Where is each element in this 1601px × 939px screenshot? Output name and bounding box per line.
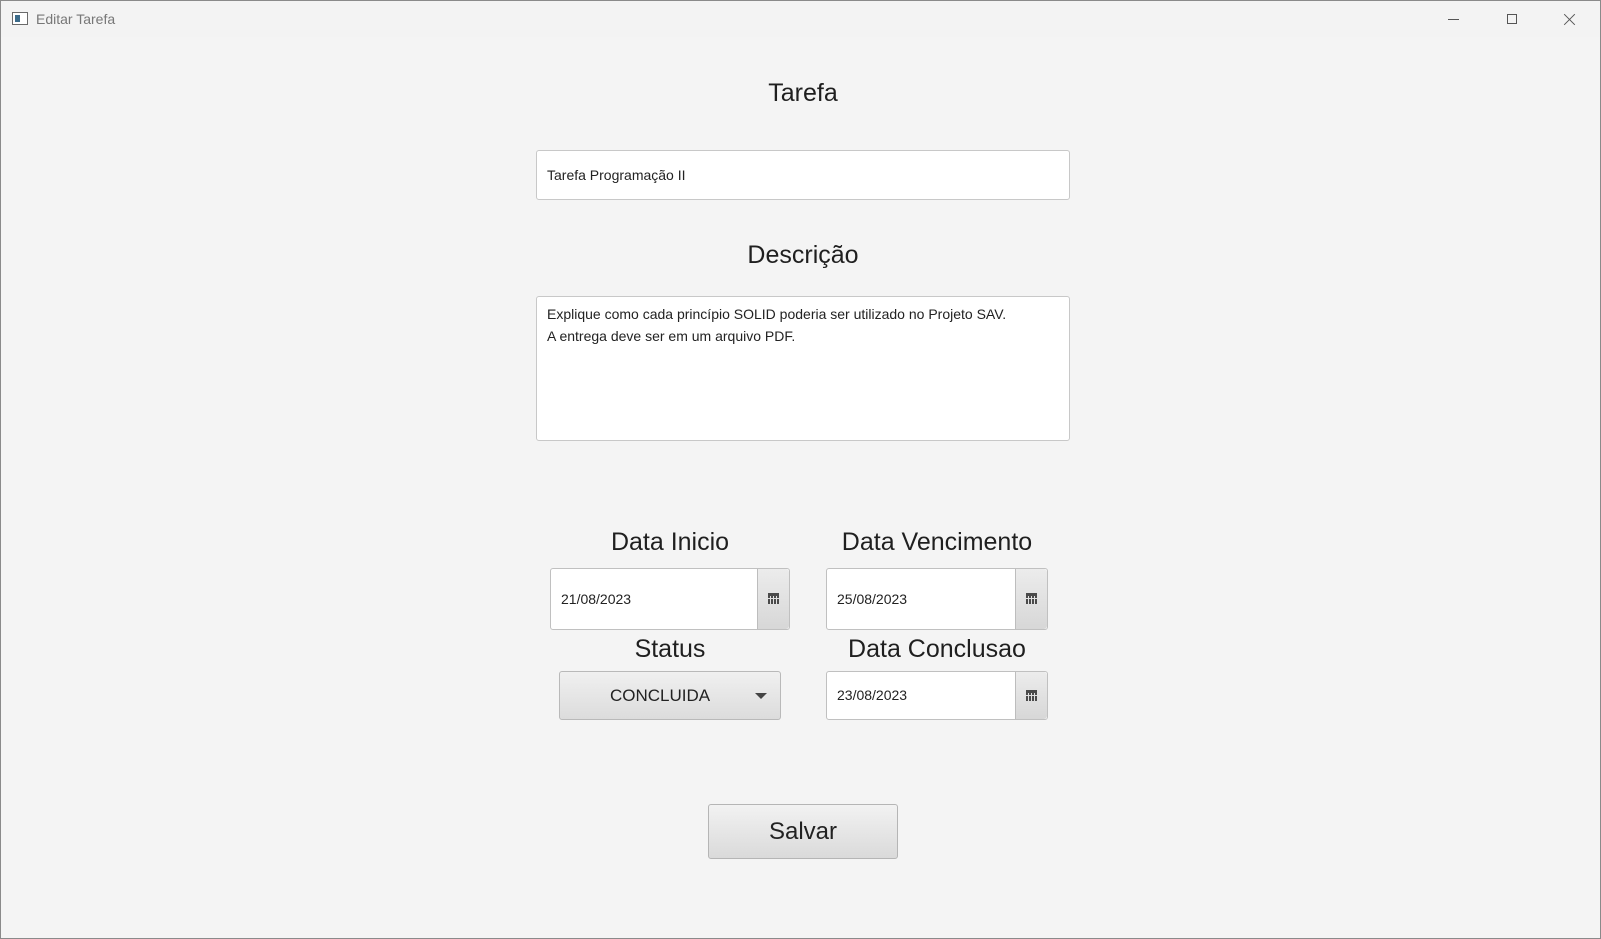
- data-inicio-calendar-button[interactable]: [757, 569, 789, 629]
- calendar-icon: [1026, 690, 1037, 701]
- data-conclusao-label: Data Conclusao: [848, 635, 1026, 663]
- data-conclusao-calendar-button[interactable]: [1015, 672, 1047, 719]
- data-conclusao-picker[interactable]: 23/08/2023: [826, 671, 1048, 720]
- data-inicio-label: Data Inicio: [610, 528, 730, 556]
- tarefa-input[interactable]: Tarefa Programação II: [536, 150, 1070, 200]
- tarefa-label: Tarefa: [768, 79, 838, 107]
- descricao-label: Descrição: [747, 241, 859, 269]
- data-inicio-value[interactable]: 21/08/2023: [561, 569, 631, 629]
- save-button[interactable]: Salvar: [708, 804, 898, 859]
- data-conclusao-value[interactable]: 23/08/2023: [837, 672, 907, 719]
- window-title: Editar Tarefa: [36, 11, 116, 27]
- status-label: Status: [634, 635, 706, 663]
- descricao-textarea[interactable]: Explique como cada princípio SOLID poder…: [536, 296, 1070, 441]
- minimize-button[interactable]: [1426, 1, 1484, 37]
- data-inicio-picker[interactable]: 21/08/2023: [550, 568, 790, 630]
- minimize-icon: [1448, 19, 1459, 20]
- app-icon: [12, 12, 28, 25]
- data-vencimento-calendar-button[interactable]: [1015, 569, 1047, 629]
- calendar-icon: [768, 593, 779, 604]
- data-vencimento-value[interactable]: 25/08/2023: [837, 569, 907, 629]
- maximize-icon: [1507, 14, 1517, 24]
- status-select[interactable]: CONCLUIDA: [559, 671, 781, 720]
- status-value[interactable]: CONCLUIDA: [560, 672, 760, 719]
- close-button[interactable]: [1542, 1, 1600, 37]
- data-vencimento-picker[interactable]: 25/08/2023: [826, 568, 1048, 630]
- chevron-down-icon: [755, 693, 767, 699]
- calendar-icon: [1026, 593, 1037, 604]
- edit-task-window: Editar Tarefa Tarefa Tarefa Programação …: [0, 0, 1601, 939]
- data-vencimento-label: Data Vencimento: [841, 528, 1033, 556]
- title-bar[interactable]: Editar Tarefa: [1, 1, 1600, 37]
- maximize-button[interactable]: [1484, 1, 1542, 37]
